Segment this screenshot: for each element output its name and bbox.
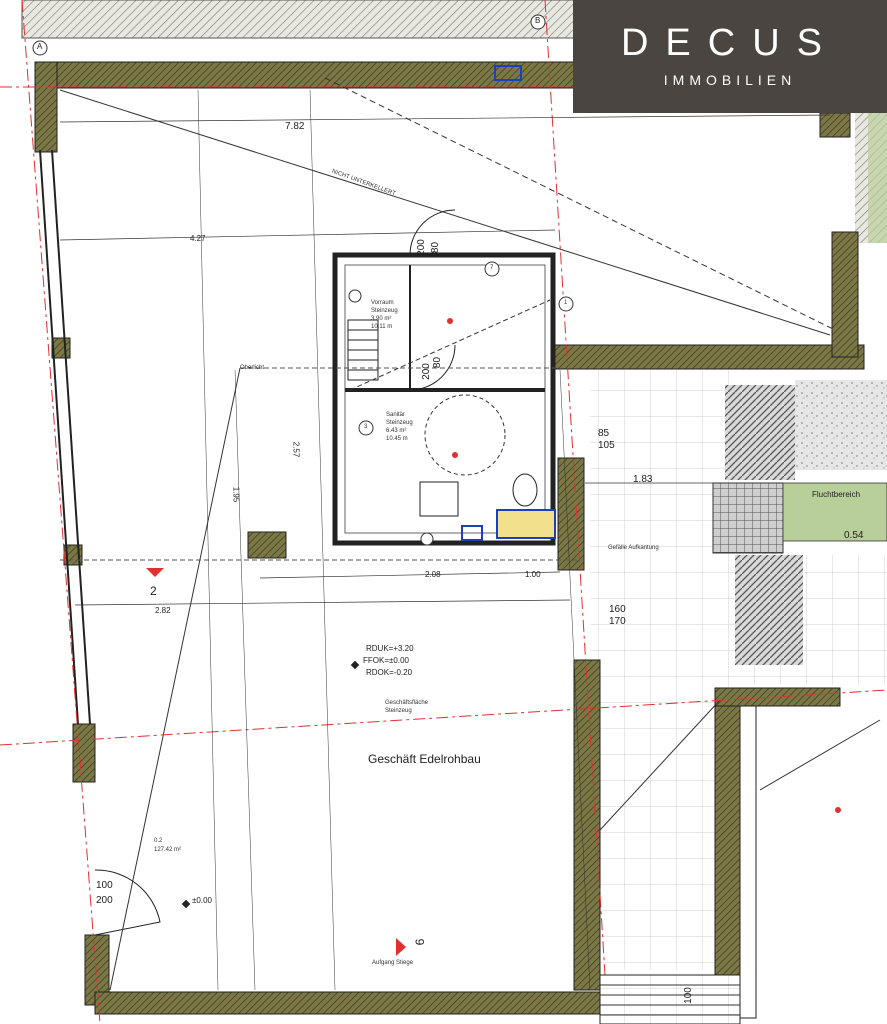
dim-2-08 xyxy=(259,571,561,579)
wall-right-corner xyxy=(819,112,851,138)
dim-label-2-57: 2.57 xyxy=(291,441,301,458)
axis-b-label: B xyxy=(535,16,541,25)
wall-left-mid xyxy=(51,337,71,359)
sanitaer-area: 6.43 m² xyxy=(386,428,407,434)
gravel-area xyxy=(795,380,887,470)
terrace-tiles xyxy=(590,370,730,970)
vorraum-perimeter: 10.11 m xyxy=(371,324,393,330)
wall-step xyxy=(553,344,865,370)
door-main-height: 200 xyxy=(96,895,113,906)
main-usage-label: Geschäftsfläche xyxy=(385,700,429,706)
dim-label-1-95: 1.95 xyxy=(231,486,241,503)
dim-label-2-08: 2.08 xyxy=(425,570,441,579)
toilet xyxy=(512,473,538,507)
top-hatch-strip xyxy=(21,0,583,39)
dim-label-170: 170 xyxy=(609,616,626,627)
dim-4-27 xyxy=(59,229,556,241)
circle-1-label: 1 xyxy=(564,300,568,306)
door-inner-height: 200 xyxy=(415,239,427,256)
fluchtbereich-label: Fluchtbereich xyxy=(812,490,861,499)
sanitaer-name: Sanitär xyxy=(386,412,406,418)
door-main-width: 100 xyxy=(96,880,113,891)
logo-subtitle: IMMOBILIEN xyxy=(663,72,797,88)
wall-left-top xyxy=(34,61,58,153)
circle-3-label: 3 xyxy=(364,424,368,430)
sanitaer-floor: Steinzeug xyxy=(386,420,413,426)
sanitaer-perimeter: 10.45 m xyxy=(386,436,408,442)
section-marker-9-label: 9 xyxy=(412,938,427,946)
dim-label-85: 85 xyxy=(598,428,610,439)
wall-lower-right-left xyxy=(739,705,757,1019)
dim-label-160: 160 xyxy=(609,604,626,615)
dim-2-82 xyxy=(74,599,571,606)
area-value: 127.42 m² xyxy=(154,847,182,853)
dim-label-100-bottom: 100 xyxy=(682,987,694,1004)
dim-label-7-82: 7.82 xyxy=(285,121,305,132)
diag-line-6 xyxy=(759,719,881,791)
dim-label-0-54: 0.54 xyxy=(844,530,864,541)
dim-vert-3 xyxy=(234,369,256,991)
wall-right-upper xyxy=(557,457,585,571)
bodenaufbau-label: Gefälle Aufkantung xyxy=(608,545,659,551)
circle-small-1 xyxy=(348,289,362,303)
main-floor-label: Steinzeug xyxy=(385,708,412,714)
vorraum-area: 3.90 m² xyxy=(371,316,392,322)
axis-a-label: A xyxy=(37,42,43,51)
dim-label-1-83: 1.83 xyxy=(633,474,653,485)
dim-label-4-27: 4.27 xyxy=(190,234,206,243)
red-dot-2 xyxy=(447,318,453,324)
circle-small-2 xyxy=(420,532,434,546)
red-axis-3 xyxy=(21,0,101,1024)
paving-2 xyxy=(735,555,803,665)
decus-logo: DECUS IMMOBILIEN xyxy=(573,0,887,113)
dim-label-2-82: 2.82 xyxy=(155,606,171,615)
vorraum-floor: Steinzeug xyxy=(371,308,398,314)
logo-brand: DECUS xyxy=(620,22,840,64)
door-wc-height: 200 xyxy=(420,363,432,380)
vorraum-name: Vorraum xyxy=(371,300,394,306)
door-inner-width: 80 xyxy=(430,241,442,254)
bench-yellow xyxy=(496,509,556,539)
paving-1 xyxy=(725,385,795,480)
floor-height: ±0.00 xyxy=(192,896,212,905)
wall-lower-right-top xyxy=(714,687,841,707)
dim-vert-2 xyxy=(309,89,336,991)
wall-bottom xyxy=(94,991,601,1015)
wall-left-low xyxy=(72,723,96,783)
right-green-strip xyxy=(868,113,887,243)
level-rduk: RDUK=+3.20 xyxy=(366,644,414,653)
level-diamond-1 xyxy=(350,660,360,670)
oberlicht-label: Oberlicht xyxy=(240,365,265,371)
section-marker-9 xyxy=(396,938,406,956)
area-label: 0.2 xyxy=(154,838,163,844)
floor-plan xyxy=(0,0,887,1024)
circle-7-label: 7 xyxy=(490,265,494,271)
door-wc-width: 80 xyxy=(432,356,444,369)
dim-vert-1 xyxy=(197,89,219,991)
level-ffok: FFOK=±0.00 xyxy=(363,656,409,665)
wall-right-top xyxy=(831,231,859,358)
wall-left-line-1 xyxy=(39,149,79,725)
section-marker-2-label: 2 xyxy=(150,584,157,598)
grate xyxy=(712,482,784,554)
room-name-main: Geschäft Edelrohbau xyxy=(368,752,481,766)
section-marker-2 xyxy=(146,568,164,577)
red-dot-3 xyxy=(835,807,841,813)
level-diamond-2 xyxy=(181,899,191,909)
dim-label-105: 105 xyxy=(598,440,615,451)
dim-top xyxy=(59,114,831,123)
red-dot-1 xyxy=(452,452,458,458)
dim-label-1-00: 1.00 xyxy=(525,570,541,579)
aufgang-label: Aufgang Stiege xyxy=(372,960,414,966)
stair-bottom xyxy=(599,974,741,1024)
sink xyxy=(419,481,459,517)
diag-line-3 xyxy=(109,367,241,991)
shaft xyxy=(247,531,287,559)
level-rdok: RDOK=-0.20 xyxy=(366,668,413,677)
